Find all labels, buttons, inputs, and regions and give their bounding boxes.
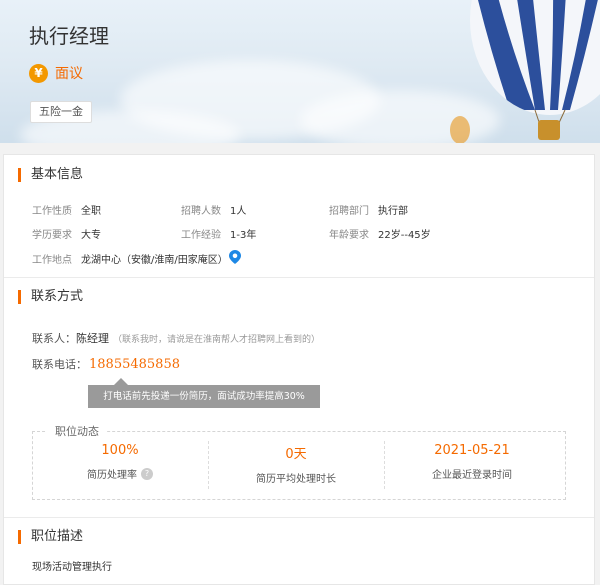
contact-phone-number[interactable]: 18855485858	[89, 357, 180, 372]
section-divider	[4, 517, 594, 518]
benefit-tag: 五险一金	[30, 101, 92, 123]
dynamics-item-avg-time: 0天 简历平均处理时长	[208, 439, 384, 495]
dynamics-label: 简历处理率	[87, 470, 137, 481]
job-dynamics-title: 职位动态	[47, 423, 107, 439]
field-value-headcount: 1人	[230, 206, 247, 217]
map-pin-icon[interactable]	[229, 250, 241, 264]
section-title-basic-info: 基本信息	[18, 168, 83, 182]
help-icon[interactable]: ?	[141, 467, 153, 480]
contact-person-name: 陈经理	[76, 332, 109, 345]
job-title: 执行经理	[29, 24, 109, 48]
section-title-description: 职位描述	[18, 530, 83, 544]
field-value-location: 龙湖中心（安徽/淮南/田家庵区）	[81, 255, 228, 266]
contact-note: （联系我时，请说是在淮南帮人才招聘网上看到的）	[113, 335, 321, 345]
contact-person-line: 联系人：陈经理 （联系我时，请说是在淮南帮人才招聘网上看到的）	[32, 330, 320, 346]
field-label-headcount: 招聘人数	[181, 206, 221, 217]
field-label-department: 招聘部门	[329, 206, 369, 217]
contact-person-label: 联系人：	[32, 332, 76, 345]
field-label-job-type: 工作性质	[32, 206, 72, 217]
field-value-experience: 1-3年	[230, 230, 257, 241]
job-detail-card: 基本信息 工作性质 全职 招聘人数 1人 招聘部门 执行部 学历要求 大专 工作…	[3, 154, 595, 585]
field-label-experience: 工作经验	[181, 230, 221, 241]
field-label-education: 学历要求	[32, 230, 72, 241]
salary-row: ¥ 面议	[29, 63, 83, 83]
dynamics-item-resume-rate: 100% 简历处理率?	[32, 439, 208, 495]
section-divider	[4, 277, 594, 278]
contact-phone-line: 联系电话： 18855485858	[32, 356, 180, 372]
field-value-age: 22岁--45岁	[378, 230, 431, 241]
dynamics-label: 简历平均处理时长	[256, 474, 336, 485]
apply-tip-tooltip: 打电话前先投递一份简历，面试成功率提高30%	[88, 385, 320, 408]
field-value-education: 大专	[81, 230, 101, 241]
dynamics-value: 2021-05-21	[434, 443, 510, 458]
field-label-age: 年龄要求	[329, 230, 369, 241]
section-title-contact: 联系方式	[18, 290, 83, 304]
salary-value: 面议	[55, 66, 83, 82]
field-value-department: 执行部	[378, 206, 408, 217]
dynamics-value: 100%	[101, 443, 139, 458]
hot-air-balloon-image	[450, 0, 600, 143]
dynamics-value: 0天	[285, 447, 307, 462]
field-value-job-type: 全职	[81, 206, 101, 217]
yen-icon: ¥	[29, 63, 48, 83]
dynamics-item-last-login: 2021-05-21 企业最近登录时间	[384, 439, 560, 495]
job-header-banner: 执行经理 ¥ 面议 五险一金	[0, 0, 600, 143]
contact-phone-label: 联系电话：	[32, 358, 87, 371]
tooltip-arrow	[114, 378, 128, 385]
job-description-text: 现场活动管理执行	[32, 562, 112, 573]
dynamics-label: 企业最近登录时间	[432, 470, 512, 481]
field-label-location: 工作地点	[32, 255, 72, 266]
